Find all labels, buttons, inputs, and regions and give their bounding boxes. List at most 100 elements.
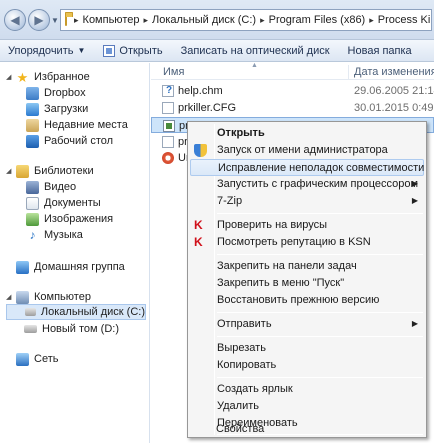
desktop-icon <box>26 134 39 148</box>
nav-favorites[interactable]: ◢ ★ Избранное <box>6 69 90 85</box>
drive-icon <box>25 308 36 316</box>
menu-item-7zip[interactable]: 7-Zip ▶ <box>190 193 424 210</box>
menu-separator <box>217 377 423 378</box>
file-date: 29.06.2005 21:14 <box>354 85 434 97</box>
video-icon <box>26 180 39 194</box>
documents-icon <box>26 196 39 210</box>
menu-item-send-to[interactable]: Отправить ▶ <box>190 316 424 333</box>
column-divider[interactable] <box>348 65 349 79</box>
menu-item-pin-taskbar[interactable]: Закрепить на панели задач <box>190 258 424 275</box>
menu-item-delete[interactable]: Удалить <box>190 398 424 415</box>
menu-item-copy[interactable]: Копировать <box>190 357 424 374</box>
libraries-icon <box>16 164 29 178</box>
menu-item-label: Посмотреть репутацию в KSN <box>217 236 371 248</box>
menu-item-run-gpu[interactable]: Запустить с графическим процессором ▶ <box>190 176 424 193</box>
command-bar: Упорядочить ▼ Открыть Записать на оптиче… <box>0 40 434 62</box>
downloads-icon <box>26 102 39 116</box>
menu-separator <box>217 254 423 255</box>
collapse-icon[interactable]: ◢ <box>6 293 13 301</box>
chevron-right-icon[interactable]: ▸ <box>260 15 265 26</box>
forward-arrow-icon: ▶ <box>34 13 44 27</box>
forward-button[interactable]: ▶ <box>28 9 50 31</box>
navigation-pane: ◢ ★ Избранное Dropbox Загрузки Недавние … <box>0 63 150 443</box>
collapse-icon[interactable]: ◢ <box>6 73 13 81</box>
nav-recent[interactable]: Недавние места <box>26 117 128 133</box>
back-button[interactable]: ◀ <box>4 9 26 31</box>
nav-computer[interactable]: ◢ Компьютер <box>6 289 91 305</box>
nav-downloads[interactable]: Загрузки <box>26 101 88 117</box>
menu-item-restore[interactable]: Восстановить прежнюю версию <box>190 292 424 309</box>
chevron-right-icon[interactable]: ▸ <box>369 15 374 26</box>
menu-item-label: Закрепить на панели задач <box>217 260 357 272</box>
nav-local-disk[interactable]: Локальный диск (C:) <box>6 304 146 320</box>
breadcrumb[interactable]: ▸ Компьютер ▸ Локальный диск (C:) ▸ Prog… <box>60 9 432 31</box>
breadcrumb-local-disk[interactable]: Локальный диск (C:) <box>152 14 256 26</box>
nav-dropbox[interactable]: Dropbox <box>26 85 86 101</box>
help-file-icon <box>162 85 174 97</box>
nav-computer-label: Компьютер <box>34 291 91 303</box>
nav-documents[interactable]: Документы <box>26 195 101 211</box>
nav-homegroup-label: Домашняя группа <box>34 261 125 273</box>
burn-button[interactable]: Записать на оптический диск <box>181 45 330 57</box>
breadcrumb-computer[interactable]: Компьютер <box>83 14 140 26</box>
open-icon <box>103 44 116 57</box>
nav-images[interactable]: Изображения <box>26 211 113 227</box>
network-icon <box>16 352 29 366</box>
chevron-right-icon[interactable]: ▸ <box>143 15 148 26</box>
menu-item-cut[interactable]: Вырезать <box>190 340 424 357</box>
column-date[interactable]: Дата изменения <box>354 66 434 78</box>
computer-icon <box>16 290 29 304</box>
menu-item-open[interactable]: Открыть <box>190 125 424 142</box>
nav-images-label: Изображения <box>44 213 114 225</box>
menu-item-run-as-admin[interactable]: Запуск от имени администратора <box>190 142 424 159</box>
nav-favorites-label: Избранное <box>34 71 90 83</box>
nav-network[interactable]: Сеть <box>16 351 58 367</box>
file-name: prkiller.CFG <box>178 102 237 114</box>
nav-dropbox-label: Dropbox <box>44 87 86 99</box>
organize-button[interactable]: Упорядочить ▼ <box>8 45 85 57</box>
submenu-arrow-icon: ▶ <box>411 319 418 328</box>
open-label: Открыть <box>119 44 163 57</box>
star-icon: ★ <box>16 69 29 85</box>
nav-homegroup[interactable]: Домашняя группа <box>16 259 125 275</box>
menu-item-label: Запуск от имени администратора <box>217 144 388 156</box>
menu-item-label: Закрепить в меню "Пуск" <box>217 277 345 289</box>
menu-item-scan-viruses[interactable]: K Проверить на вирусы <box>190 217 424 234</box>
menu-item-create-shortcut[interactable]: Создать ярлык <box>190 381 424 398</box>
menu-item-label: Восстановить прежнюю версию <box>217 294 380 306</box>
menu-item-properties[interactable]: Свойства <box>189 421 423 438</box>
menu-item-label: 7-Zip <box>217 195 243 207</box>
nav-libraries[interactable]: ◢ Библиотеки <box>6 163 94 179</box>
new-folder-button[interactable]: Новая папка <box>348 45 412 57</box>
column-headers: ▲ Имя Дата изменения <box>151 62 434 80</box>
nav-music[interactable]: ♪ Музыка <box>26 227 83 243</box>
menu-separator <box>217 336 423 337</box>
nav-desktop[interactable]: Рабочий стол <box>26 133 113 149</box>
breadcrumb-process-killer[interactable]: Process Killer <box>378 14 431 26</box>
nav-new-volume[interactable]: Новый том (D:) <box>24 321 119 337</box>
chevron-right-icon[interactable]: ▸ <box>74 15 79 26</box>
nav-video[interactable]: Видео <box>26 179 76 195</box>
drive-icon <box>24 325 37 333</box>
file-date: 30.01.2015 0:49 <box>354 102 434 114</box>
kaspersky-icon: K <box>194 235 203 249</box>
open-button[interactable]: Открыть <box>103 44 163 57</box>
submenu-arrow-icon: ▶ <box>411 179 418 188</box>
menu-item-ksn[interactable]: K Посмотреть репутацию в KSN <box>190 234 424 251</box>
images-icon <box>26 212 39 226</box>
collapse-icon[interactable]: ◢ <box>6 167 13 175</box>
column-name[interactable]: Имя <box>163 66 184 78</box>
nav-documents-label: Документы <box>44 197 101 209</box>
shield-icon <box>194 144 207 157</box>
breadcrumb-program-files[interactable]: Program Files (x86) <box>269 14 366 26</box>
config-file-icon <box>162 102 174 114</box>
recent-pages-dropdown-icon[interactable]: ▼ <box>51 16 59 25</box>
file-name: help.chm <box>178 85 223 97</box>
file-row[interactable]: prkiller.CFG 30.01.2015 0:49 <box>151 100 434 116</box>
nav-libraries-label: Библиотеки <box>34 165 94 177</box>
uninstall-icon <box>162 152 174 164</box>
menu-item-label: Запустить с графическим процессором <box>217 178 419 190</box>
file-row[interactable]: help.chm 29.06.2005 21:14 <box>151 83 434 99</box>
menu-item-troubleshoot[interactable]: Исправление неполадок совместимости <box>190 159 424 176</box>
menu-item-pin-start[interactable]: Закрепить в меню "Пуск" <box>190 275 424 292</box>
